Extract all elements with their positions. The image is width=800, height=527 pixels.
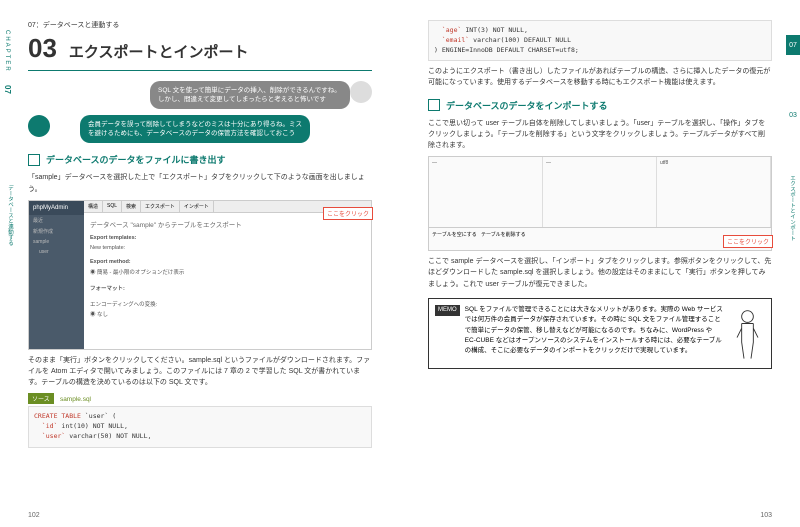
avatar-teacher bbox=[28, 115, 50, 137]
section-title-import: データベースのデータをインポートする bbox=[446, 99, 608, 112]
ss-tab: インポート bbox=[180, 201, 214, 212]
ss2-bottom: テーブルを空にする テーブルを削除する bbox=[429, 227, 771, 241]
ss-nav-item: sample bbox=[29, 237, 84, 247]
ss-tab: 構造 bbox=[84, 201, 103, 212]
side-tab-chapter: 07 bbox=[786, 35, 800, 55]
page-number-left: 102 bbox=[28, 512, 40, 519]
side-label-right: エクスポートとインポート bbox=[788, 175, 796, 241]
ss-nav-item: 新規作成 bbox=[29, 226, 84, 237]
ss-radio-label: ◉ なし bbox=[90, 310, 365, 318]
ss-sidebar: phpMyAdmin 最近 新規作成 sample user bbox=[29, 201, 84, 349]
ss-label: エンコーディングへの変換: bbox=[90, 300, 365, 308]
ss2-grid: — — utf8 bbox=[429, 157, 771, 227]
avatar-student bbox=[350, 81, 372, 103]
ss-content: データベース "sample" からテーブルをエクスポート Export tem… bbox=[84, 213, 371, 324]
chapter-number: 07 bbox=[3, 85, 12, 94]
ss2-col: utf8 bbox=[657, 157, 771, 227]
paragraph-1: 「sample」データベースを選択した上で「エクスポート」タブをクリックして下の… bbox=[28, 172, 372, 194]
ss-heading: データベース "sample" からテーブルをエクスポート bbox=[90, 219, 365, 229]
ss-main: 構造 SQL 検索 エクスポート インポート データベース "sample" か… bbox=[84, 201, 371, 349]
callout-click-here: ここをクリック bbox=[323, 207, 373, 220]
title-row: 03 エクスポートとインポート bbox=[28, 33, 372, 71]
ss-label: Export method: bbox=[90, 259, 365, 265]
ss-tab: SQL bbox=[103, 201, 122, 212]
section-marker-icon bbox=[28, 154, 40, 166]
phpmyadmin-logo: phpMyAdmin bbox=[29, 201, 84, 215]
ss2-col: — bbox=[429, 157, 543, 227]
ss-nav-item: 最近 bbox=[29, 215, 84, 226]
speech-bubble-student: SQL 文を使って簡単にデータの挿入、削除ができるんですね。しかし、間違えて変更… bbox=[150, 81, 350, 109]
ss-label: New template: bbox=[90, 245, 365, 251]
title-text: エクスポートとインポート bbox=[69, 41, 249, 62]
ss2-col: — bbox=[543, 157, 657, 227]
ss-tab: エクスポート bbox=[141, 201, 180, 212]
page-left: CHAPTER 07 データベースと連動する 07：データベースと連動する 03… bbox=[0, 0, 400, 527]
screenshot-phpmyadmin-delete: — — utf8 テーブルを空にする テーブルを削除する ここをクリック bbox=[428, 156, 772, 251]
speech-bubble-teacher: 会員データを誤って削除してしまうなどのミスは十分にあり得るね。ミスを避けるために… bbox=[80, 115, 310, 143]
page-right: 07 03 エクスポートとインポート `age` INT(3) NOT NULL… bbox=[400, 0, 800, 527]
code-block-right: `age` INT(3) NOT NULL, `email` varchar(1… bbox=[428, 20, 772, 61]
code-block-left: CREATE TABLE `user` ( `id` int(10) NOT N… bbox=[28, 406, 372, 447]
code-filename: sample.sql bbox=[60, 396, 91, 403]
section-title-export: データベースのデータをファイルに書き出す bbox=[46, 153, 226, 166]
ss-label: フォーマット: bbox=[90, 284, 365, 292]
memo-box: MEMO SQL をファイルで管理できることには大きなメリットがあります。実際の… bbox=[428, 298, 772, 369]
ss-radio-label: ◉ 簡易 - 最小限のオプションだけ表示 bbox=[90, 268, 365, 276]
paragraph-5: ここで sample データベースを選択し、「インポート」タブをクリックします。… bbox=[428, 256, 772, 290]
memo-label: MEMO bbox=[435, 305, 460, 317]
ss-tab: 検索 bbox=[122, 201, 141, 212]
side-tab-section: 03 bbox=[786, 105, 800, 125]
section-header-export: データベースのデータをファイルに書き出す bbox=[28, 153, 372, 166]
callout-click-here: ここをクリック bbox=[723, 235, 773, 248]
dialogue-row-2: 会員データを誤って削除してしまうなどのミスは十分にあり得るね。ミスを避けるために… bbox=[28, 115, 372, 143]
ss-label: Export templates: bbox=[90, 235, 365, 241]
section-marker-icon bbox=[428, 99, 440, 111]
paragraph-2: そのまま「実行」ボタンをクリックしてください。sample.sql というファイ… bbox=[28, 355, 372, 389]
section-header-import: データベースのデータをインポートする bbox=[428, 99, 772, 112]
breadcrumb: 07：データベースと連動する bbox=[28, 20, 372, 30]
person-illustration bbox=[730, 305, 765, 362]
screenshot-phpmyadmin-export: phpMyAdmin 最近 新規作成 sample user 構造 SQL 検索… bbox=[28, 200, 372, 350]
paragraph-3: このようにエクスポート（書き出し）したファイルがあればテーブルの構造、さらに挿入… bbox=[428, 66, 772, 88]
page-number-right: 103 bbox=[760, 512, 772, 519]
title-number: 03 bbox=[28, 33, 57, 64]
paragraph-4: ここで思い切って user テーブル自体を削除してしまいましょう。「user」テ… bbox=[428, 118, 772, 152]
chapter-label: CHAPTER bbox=[4, 30, 10, 73]
dialogue-row-1: SQL 文を使って簡単にデータの挿入、削除ができるんですね。しかし、間違えて変更… bbox=[28, 81, 372, 109]
side-label-left: データベースと連動する bbox=[6, 185, 14, 246]
memo-text: SQL をファイルで管理できることには大きなメリットがあります。実際の Web … bbox=[465, 305, 725, 362]
ss-nav-item: user bbox=[29, 247, 84, 257]
code-label: ソース bbox=[28, 393, 54, 404]
code-header: ソース sample.sql bbox=[28, 393, 372, 404]
